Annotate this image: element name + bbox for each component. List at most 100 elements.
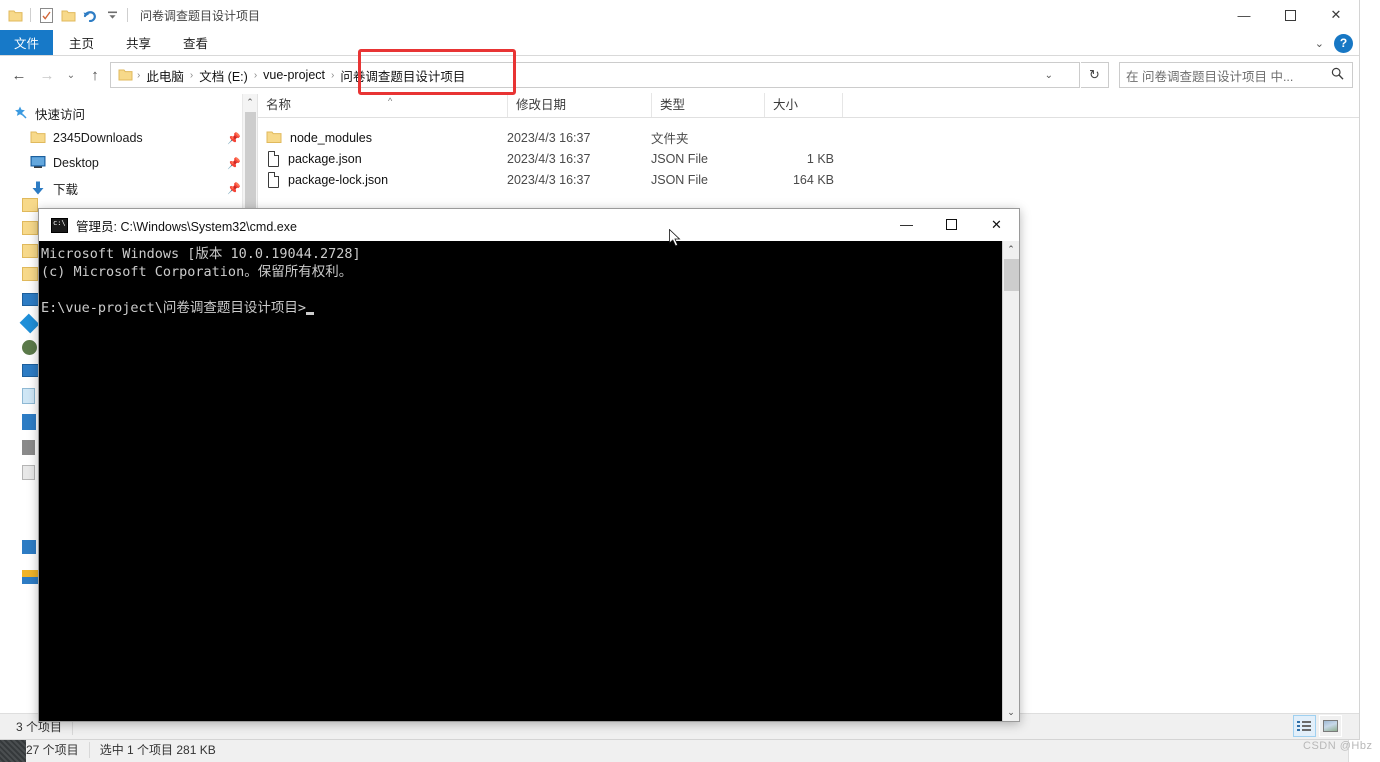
pin-icon[interactable]: 📌 — [227, 157, 241, 170]
column-header-filler — [842, 93, 1359, 117]
console-icon — [51, 217, 68, 233]
drive-icon[interactable] — [22, 388, 35, 404]
folder-icon[interactable] — [4, 4, 26, 26]
quick-access-toolbar[interactable] — [0, 4, 132, 26]
view-mode-buttons[interactable] — [1293, 715, 1342, 737]
tab-home[interactable]: 主页 — [53, 30, 110, 55]
file-name-cell[interactable]: package.json — [258, 150, 507, 167]
desktop-icon[interactable] — [22, 293, 39, 306]
qat-divider-2 — [127, 8, 128, 22]
drive-icon[interactable] — [22, 414, 36, 430]
download-icon — [30, 180, 46, 196]
sidebar-item-label: 下载 — [53, 182, 79, 197]
minimize-button[interactable]: — — [1221, 0, 1267, 30]
folder-icon[interactable] — [22, 221, 38, 235]
file-size-cell: 164 KB — [792, 172, 834, 187]
column-header-date[interactable]: 修改日期 — [507, 93, 651, 117]
sidebar-item-desktop[interactable]: Desktop 📌 — [0, 152, 257, 174]
cmd-minimize-button[interactable]: — — [884, 209, 929, 240]
customize-chevron-icon[interactable] — [101, 4, 123, 26]
tab-file[interactable]: 文件 — [0, 30, 54, 55]
scroll-up-icon[interactable]: ⌃ — [1003, 241, 1019, 258]
table-row[interactable]: package.json 2023/4/3 16:37 JSON File 1 … — [258, 148, 1359, 169]
file-name-cell[interactable]: node_modules — [258, 130, 507, 146]
cmd-scrollbar[interactable]: ⌃ ⌄ — [1002, 241, 1019, 721]
scroll-up-icon[interactable]: ⌃ — [243, 94, 257, 108]
command-prompt-window[interactable]: 管理员: C:\Windows\System32\cmd.exe — ✕ Mic… — [38, 208, 1020, 722]
ribbon-right-controls[interactable]: ⌄ ? — [1315, 30, 1353, 56]
breadcrumb-item-documents-e[interactable]: 文档 (E:) — [194, 66, 253, 85]
undo-icon[interactable] — [79, 4, 101, 26]
breadcrumb-item-vue-project[interactable]: vue-project — [258, 68, 330, 82]
pin-icon[interactable]: 📌 — [227, 132, 241, 145]
address-bar-row[interactable]: ← → ⌄ ↑ › 此电脑 › 文档 (E:) › vue-project › … — [0, 56, 1359, 94]
table-row[interactable]: node_modules 2023/4/3 16:37 文件夹 — [258, 127, 1359, 148]
user-icon[interactable] — [22, 340, 37, 355]
column-headers[interactable]: 名称 修改日期 类型 大小 ^ — [258, 93, 1359, 118]
help-icon[interactable]: ? — [1334, 33, 1353, 53]
folder-icon[interactable] — [22, 267, 38, 281]
drive-icon[interactable] — [22, 440, 35, 455]
folder-icon — [118, 68, 134, 82]
scroll-down-icon[interactable]: ⌄ — [1003, 704, 1019, 721]
breadcrumb-item-this-pc[interactable]: 此电脑 — [141, 66, 189, 85]
new-folder-icon[interactable] — [57, 4, 79, 26]
folder-icon[interactable] — [22, 244, 38, 258]
chevron-down-icon[interactable]: ⌄ — [1045, 70, 1053, 81]
properties-icon[interactable] — [35, 4, 57, 26]
cmd-window-controls[interactable]: — ✕ — [884, 209, 1019, 240]
this-pc-icon[interactable] — [22, 364, 39, 377]
cmd-maximize-button[interactable] — [929, 209, 974, 240]
chevron-down-icon[interactable]: ⌄ — [1315, 37, 1324, 50]
ribbon-tabs[interactable]: 文件 主页 共享 查看 ⌄ ? — [0, 30, 1359, 56]
refresh-button[interactable]: ↻ — [1081, 62, 1109, 88]
search-input[interactable]: 在 问卷调查题目设计项目 中... — [1119, 62, 1353, 88]
onedrive-icon[interactable] — [19, 313, 40, 334]
up-button[interactable]: ↑ — [82, 62, 108, 88]
cmd-titlebar[interactable]: 管理员: C:\Windows\System32\cmd.exe — ✕ — [39, 209, 1019, 241]
folder-icon[interactable] — [22, 198, 38, 212]
cmd-close-button[interactable]: ✕ — [974, 209, 1019, 240]
forward-button[interactable]: → — [34, 62, 60, 88]
sidebar-item-2345downloads[interactable]: 2345Downloads 📌 — [0, 127, 257, 149]
column-header-size[interactable]: 大小 — [764, 93, 842, 117]
explorer-titlebar[interactable]: 问卷调查题目设计项目 — ✕ — [0, 0, 1359, 30]
star-pin-icon — [12, 105, 28, 121]
sidebar-item-label: 快速访问 — [35, 107, 86, 122]
maximize-button[interactable] — [1267, 0, 1313, 30]
tab-view[interactable]: 查看 — [167, 30, 224, 55]
cmd-line-1: (c) Microsoft Corporation。保留所有权利。 — [41, 264, 353, 280]
sidebar-item-label: 2345Downloads — [53, 131, 143, 145]
breadcrumb-item-current-folder[interactable]: 问卷调查题目设计项目 — [335, 66, 470, 85]
json-file-icon — [266, 171, 280, 188]
file-type-cell: JSON File — [651, 172, 708, 187]
back-button[interactable]: ← — [6, 62, 32, 88]
table-row[interactable]: package-lock.json 2023/4/3 16:37 JSON Fi… — [258, 169, 1359, 190]
pin-icon[interactable]: 📌 — [227, 182, 241, 195]
address-bar[interactable]: › 此电脑 › 文档 (E:) › vue-project › 问卷调查题目设计… — [110, 62, 1080, 88]
network-icon[interactable] — [22, 540, 36, 554]
sort-ascending-icon: ^ — [388, 96, 393, 106]
sidebar-item-quick-access[interactable]: 快速访问 — [0, 102, 257, 124]
file-type-cell: JSON File — [651, 151, 708, 166]
cmd-output: Microsoft Windows [版本 10.0.19044.2728] (… — [39, 241, 1002, 721]
close-button[interactable]: ✕ — [1313, 0, 1359, 30]
folder-icon — [30, 130, 46, 146]
drive-icon[interactable] — [22, 465, 35, 480]
search-icon[interactable] — [1331, 67, 1344, 83]
file-name-cell[interactable]: package-lock.json — [258, 171, 507, 188]
large-icons-view-button[interactable] — [1319, 715, 1342, 737]
recent-locations-button[interactable]: ⌄ — [62, 62, 80, 88]
cmd-window-title: 管理员: C:\Windows\System32\cmd.exe — [76, 219, 297, 234]
cmd-console-body[interactable]: Microsoft Windows [版本 10.0.19044.2728] (… — [39, 241, 1019, 721]
sidebar-item-downloads[interactable]: 下载 📌 — [0, 177, 257, 199]
details-view-button[interactable] — [1293, 715, 1316, 737]
tab-share[interactable]: 共享 — [110, 30, 167, 55]
scroll-thumb[interactable] — [1004, 259, 1019, 291]
window-controls[interactable]: — ✕ — [1221, 0, 1359, 30]
cmd-caret — [306, 312, 315, 315]
column-header-name[interactable]: 名称 — [258, 93, 507, 117]
column-header-type[interactable]: 类型 — [651, 93, 764, 117]
json-file-icon — [266, 150, 280, 167]
csdn-watermark: CSDN @Hbz — [1303, 740, 1373, 752]
